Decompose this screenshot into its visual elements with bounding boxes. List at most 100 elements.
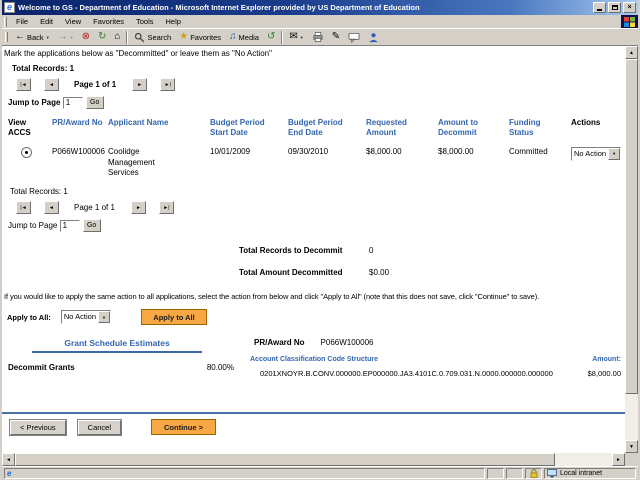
header-amount-to-decommit[interactable]: Amount to Decommit <box>438 118 509 139</box>
header-requested-amount[interactable]: Requested Amount <box>366 118 438 139</box>
toolbar-separator <box>281 30 284 44</box>
pr-award-no-value: P066W100006 <box>320 338 374 348</box>
restore-icon <box>611 5 618 10</box>
table-row-cell-budget-start: 10/01/2009 <box>210 146 251 156</box>
continue-button[interactable]: Continue > <box>151 419 216 436</box>
header-pr-award-no[interactable]: PR/Award No <box>52 118 108 128</box>
vertical-scroll-track[interactable] <box>625 59 638 440</box>
row-action-select[interactable]: No Action ▼ <box>571 146 622 161</box>
last-page-button[interactable]: ►| <box>160 78 176 91</box>
total-records-to-decommit-value: 0 <box>369 246 374 256</box>
grant-schedule-left: Grant Schedule Estimates Decommit Grants… <box>2 338 242 378</box>
toolbar-grip[interactable] <box>5 32 8 42</box>
go-button[interactable]: Go <box>82 219 101 233</box>
media-icon: ♫ <box>229 31 237 42</box>
page-indicator: Page 1 of 1 <box>74 203 115 213</box>
scrollbar-corner <box>625 453 638 466</box>
print-button[interactable] <box>308 30 328 45</box>
header-actions: Actions <box>571 118 601 127</box>
accs-code-value: 0201XNOYR.B.CONV.000000.EP000000.JA3.410… <box>260 369 553 379</box>
header-budget-end[interactable]: Budget Period End Date <box>288 118 366 139</box>
select-application-radio[interactable] <box>21 146 32 158</box>
menu-file[interactable]: File <box>10 17 34 26</box>
jump-to-page-input[interactable] <box>62 96 83 109</box>
cancel-button[interactable]: Cancel <box>76 418 123 436</box>
first-page-button[interactable]: |◄ <box>16 78 31 91</box>
previous-button[interactable]: < Previous <box>9 418 67 436</box>
discuss-icon <box>348 32 360 43</box>
table-row-cell-view-accs <box>8 146 52 162</box>
title-bar: e Welcome to GS - Department of Educatio… <box>2 0 638 15</box>
back-icon: ← <box>15 31 25 42</box>
header-view-accs: View ACCS <box>8 118 31 138</box>
apply-all-controls: Apply to All: No Action ▼ Apply to All <box>7 309 625 326</box>
favorites-button[interactable]: ★ Favorites <box>175 30 225 45</box>
restore-button[interactable] <box>608 2 621 13</box>
horizontal-scroll-thumb[interactable] <box>15 453 555 466</box>
menu-tools[interactable]: Tools <box>130 17 160 26</box>
menubar-grip[interactable] <box>4 16 7 27</box>
scroll-left-button[interactable]: ◄ <box>2 453 15 466</box>
stop-icon: ⊗ <box>81 31 91 42</box>
total-records-to-decommit-label: Total Records to Decommit <box>239 246 343 256</box>
menu-edit[interactable]: Edit <box>34 17 59 26</box>
history-button[interactable]: ↺ <box>263 30 279 45</box>
apply-all-action-value: No Action <box>63 312 96 322</box>
mail-button[interactable]: ✉ ▼ <box>285 30 307 45</box>
scroll-up-button[interactable]: ▲ <box>625 46 638 59</box>
next-page-button[interactable]: ► <box>130 201 146 215</box>
decommit-grants-label: Decommit Grants <box>8 363 75 373</box>
forward-button[interactable]: → ▼ <box>54 30 78 45</box>
table-row-cell-amount-to-decommit: $8,000.00 <box>438 146 474 156</box>
apply-all-instruction: If you would like to apply the same acti… <box>4 292 540 302</box>
scroll-right-button[interactable]: ► <box>612 453 625 466</box>
go-button[interactable]: Go <box>85 96 104 109</box>
jump-to-page-input[interactable] <box>59 219 80 232</box>
messenger-button[interactable] <box>364 30 383 45</box>
discuss-button[interactable] <box>344 30 364 45</box>
edit-button[interactable]: ✎ <box>328 30 344 45</box>
horizontal-scrollbar[interactable]: ◄ ► <box>2 453 638 466</box>
home-button[interactable]: ⌂ <box>110 30 124 45</box>
total-records-top: Total Records: 1 <box>12 64 75 73</box>
menu-favorites[interactable]: Favorites <box>87 17 130 26</box>
page-content: Mark the applications below as "Decommit… <box>2 46 625 453</box>
prev-page-button[interactable]: ◄ <box>44 78 59 91</box>
scroll-down-button[interactable]: ▼ <box>625 440 638 453</box>
minimize-button[interactable] <box>593 2 606 13</box>
windows-flag-icon <box>624 16 635 27</box>
decommit-totals: Total Records to Decommit 0 Total Amount… <box>239 246 625 277</box>
search-label: Search <box>147 32 172 42</box>
last-page-button[interactable]: ►| <box>158 201 174 215</box>
menu-help[interactable]: Help <box>160 17 187 26</box>
refresh-button[interactable]: ↻ <box>94 30 110 45</box>
next-page-button[interactable]: ► <box>132 78 148 91</box>
window-title: Welcome to GS - Department of Education … <box>18 3 420 12</box>
navigation-buttons: < Previous Cancel Continue > <box>9 418 625 436</box>
table-row-cell-funding-status: Committed <box>509 146 548 156</box>
first-page-button[interactable]: |◄ <box>16 201 31 215</box>
prev-page-button[interactable]: ◄ <box>44 201 59 215</box>
pr-award-no-label: PR/Award No <box>254 338 305 348</box>
table-row-cell-requested-amount: $8,000.00 <box>366 146 402 156</box>
apply-all-action-select[interactable]: No Action ▼ <box>60 310 111 325</box>
edit-icon: ✎ <box>331 31 341 42</box>
header-funding-status[interactable]: Funding Status <box>509 118 571 139</box>
apply-to-all-button[interactable]: Apply to All <box>141 309 207 326</box>
horizontal-scroll-track[interactable] <box>15 453 612 466</box>
close-button[interactable]: × <box>623 2 636 13</box>
grant-schedule-heading: Grant Schedule Estimates <box>32 338 202 354</box>
media-button[interactable]: ♫ Media <box>225 30 263 45</box>
vertical-scroll-thumb[interactable] <box>625 59 638 394</box>
vertical-scrollbar[interactable]: ▲ ▼ <box>625 46 638 453</box>
search-button[interactable]: Search <box>130 30 175 45</box>
table-row-cell-budget-end: 09/30/2010 <box>288 146 329 156</box>
header-applicant-name[interactable]: Applicant Name <box>108 118 210 128</box>
stop-button[interactable]: ⊗ <box>78 30 94 45</box>
back-button[interactable]: ← Back ▼ <box>11 30 54 45</box>
back-label: Back <box>27 32 44 42</box>
print-icon <box>313 32 323 42</box>
accs-amount-value: $8,000.00 <box>587 369 621 379</box>
menu-view[interactable]: View <box>59 17 87 26</box>
header-budget-start[interactable]: Budget Period Start Date <box>210 118 288 139</box>
